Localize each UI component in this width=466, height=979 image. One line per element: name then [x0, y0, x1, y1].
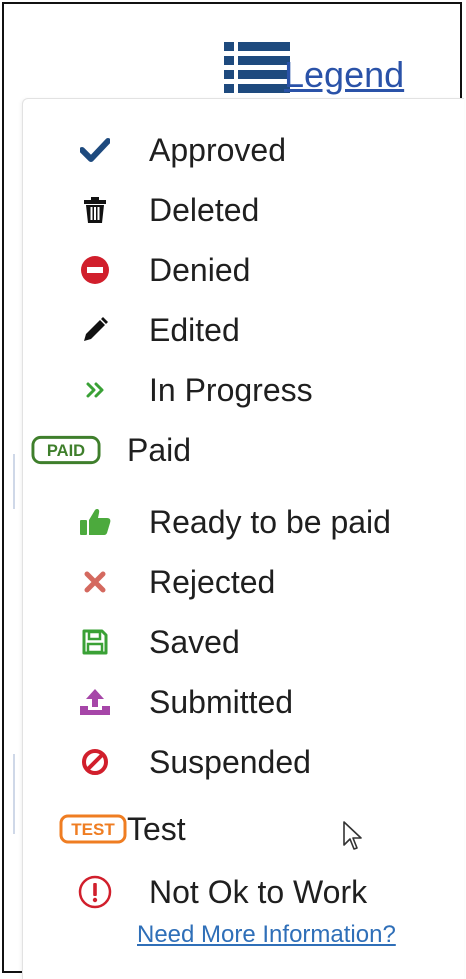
legend-item-not-ok-to-work: Not Ok to Work: [23, 869, 443, 915]
legend-item-label: Suspended: [149, 744, 311, 780]
legend-toggle-link[interactable]: Legend: [224, 32, 404, 96]
legend-item-label: Ready to be paid: [149, 504, 391, 540]
legend-item-in-progress: In Progress: [23, 367, 443, 413]
test-badge-text: TEST: [71, 820, 115, 839]
need-more-information-link[interactable]: Need More Information?: [137, 921, 396, 949]
legend-item-ready-to-be-paid: Ready to be paid: [23, 499, 443, 545]
pencil-icon: [73, 308, 117, 352]
legend-item-saved: Saved: [23, 619, 443, 665]
upload-icon: [73, 680, 117, 724]
exclamation-circle-icon: [73, 870, 117, 914]
paid-badge-text: PAID: [47, 441, 85, 460]
legend-item-submitted: Submitted: [23, 679, 443, 725]
legend-item-rejected: Rejected: [23, 559, 443, 605]
x-icon: [73, 560, 117, 604]
thumbs-up-icon: [73, 500, 117, 544]
trash-icon: [73, 188, 117, 232]
legend-item-denied: Denied: [23, 247, 443, 293]
legend-item-deleted: Deleted: [23, 187, 443, 233]
list-icon: [224, 42, 290, 93]
legend-item-label: Test: [127, 811, 186, 847]
legend-label[interactable]: Legend: [284, 56, 404, 96]
legend-item-label: Saved: [149, 624, 240, 660]
legend-item-label: Approved: [149, 132, 286, 168]
floppy-disk-icon: [73, 620, 117, 664]
legend-item-paid: PAID Paid: [23, 427, 443, 473]
mouse-cursor-icon: [343, 821, 362, 850]
ban-icon: [73, 740, 117, 784]
legend-item-label: Submitted: [149, 684, 294, 720]
legend-item-label: Not Ok to Work: [149, 874, 368, 910]
test-badge-icon: TEST: [58, 807, 128, 851]
check-icon: [73, 128, 117, 172]
legend-item-suspended: Suspended: [23, 739, 443, 785]
double-chevron-icon: [73, 368, 117, 412]
legend-item-label: Rejected: [149, 564, 276, 600]
edge-mark: [13, 754, 15, 834]
legend-item-label: Edited: [149, 312, 240, 348]
legend-item-label: In Progress: [149, 372, 313, 408]
legend-item-edited: Edited: [23, 307, 443, 353]
legend-panel: Approved Deleted Denied Edited In Progre…: [22, 98, 464, 979]
legend-item-test: TEST Test: [23, 806, 443, 852]
legend-item-label: Denied: [149, 252, 251, 288]
legend-window: Legend Approved Deleted Denied Edited In…: [2, 2, 464, 979]
edge-mark: [13, 454, 15, 509]
legend-item-label: Paid: [127, 432, 192, 468]
paid-badge-icon: PAID: [31, 428, 101, 472]
legend-item-approved: Approved: [23, 127, 443, 173]
legend-item-label: Deleted: [149, 192, 260, 228]
minus-circle-icon: [73, 248, 117, 292]
